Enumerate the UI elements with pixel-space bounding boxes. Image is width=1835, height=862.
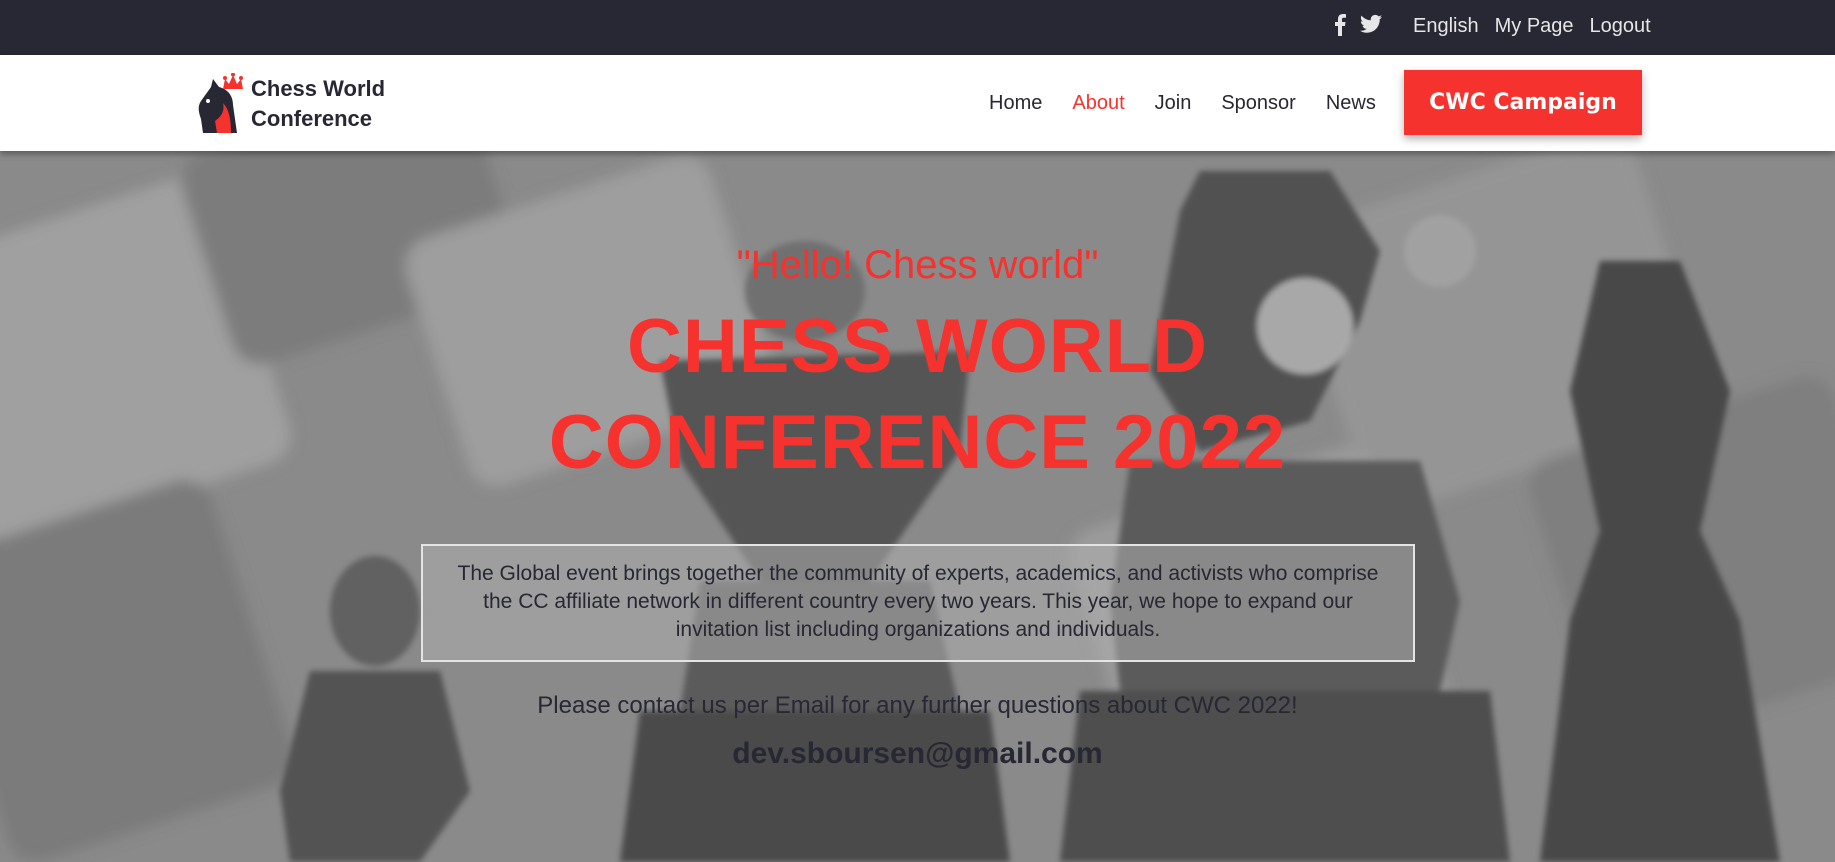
language-link[interactable]: English bbox=[1413, 15, 1479, 38]
hero-section: "Hello! Chess world" CHESS WORLD CONFERE… bbox=[0, 151, 1835, 862]
nav-about[interactable]: About bbox=[1072, 92, 1124, 115]
logo-line-1: Chess World bbox=[251, 76, 386, 101]
top-bar: English My Page Logout bbox=[0, 0, 1835, 55]
nav-sponsor[interactable]: Sponsor bbox=[1221, 92, 1296, 115]
nav-home[interactable]: Home bbox=[989, 92, 1042, 115]
facebook-icon[interactable] bbox=[1334, 14, 1346, 41]
contact-email-link[interactable]: dev.sboursen@gmail.com bbox=[0, 737, 1835, 771]
chess-knight-logo-icon bbox=[198, 73, 243, 133]
twitter-icon[interactable] bbox=[1360, 14, 1382, 41]
top-links: English My Page Logout bbox=[1413, 15, 1651, 38]
cwc-campaign-button[interactable]: CWC Campaign bbox=[1404, 70, 1642, 135]
logout-link[interactable]: Logout bbox=[1590, 15, 1651, 38]
event-description-box: The Global event brings together the com… bbox=[421, 544, 1415, 662]
hero-title-line-1: CHESS WORLD bbox=[627, 304, 1208, 389]
contact-text: Please contact us per Email for any furt… bbox=[537, 692, 1298, 719]
social-links bbox=[1334, 14, 1382, 41]
main-navbar: Chess World Conference Home About Join S… bbox=[0, 55, 1835, 151]
site-logo[interactable]: Chess World Conference bbox=[193, 73, 401, 135]
nav-news[interactable]: News bbox=[1326, 92, 1376, 115]
my-page-link[interactable]: My Page bbox=[1495, 15, 1574, 38]
hero-tagline: "Hello! Chess world" bbox=[736, 243, 1099, 287]
logo-line-2: Conference bbox=[251, 106, 373, 131]
hero-title: CHESS WORLD CONFERENCE 2022 bbox=[0, 299, 1835, 491]
hero-title-line-2: CONFERENCE 2022 bbox=[548, 400, 1287, 485]
event-description: The Global event brings together the com… bbox=[457, 562, 1379, 641]
nav-join[interactable]: Join bbox=[1155, 92, 1192, 115]
main-nav: Home About Join Sponsor News bbox=[989, 92, 1376, 115]
logo-text: Chess World Conference bbox=[251, 74, 401, 134]
